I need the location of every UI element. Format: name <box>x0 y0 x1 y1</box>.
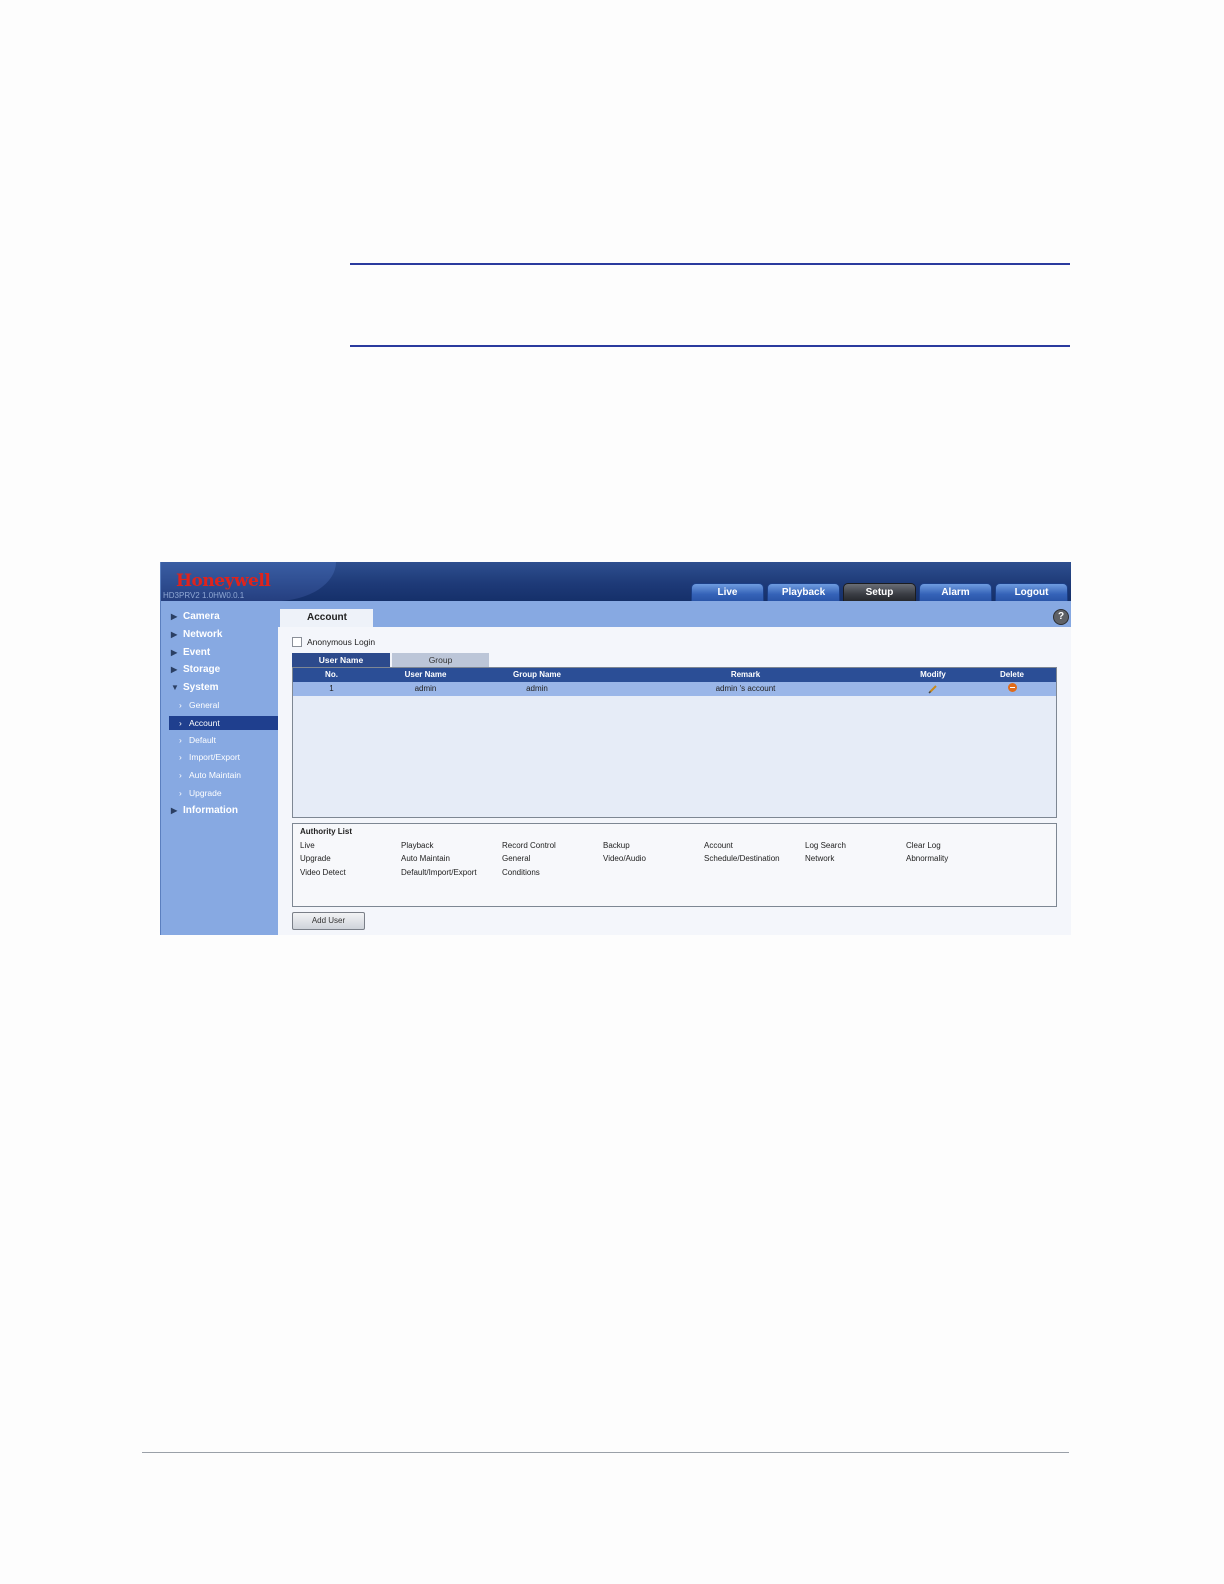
column-header-group-name: Group Name <box>512 670 561 679</box>
app-header: Honeywell HD3PRV2 1.0HW0.0.1 Live Playba… <box>161 562 1071 601</box>
authority-item: Conditions <box>502 868 540 877</box>
authority-item: Abnormality <box>906 854 949 863</box>
anonymous-login-checkbox[interactable] <box>292 637 302 647</box>
authority-item: Auto Maintain <box>401 854 450 863</box>
help-icon[interactable]: ? <box>1053 609 1069 625</box>
tab-setup[interactable]: Setup <box>843 583 916 601</box>
tab-alarm[interactable]: Alarm <box>919 583 992 601</box>
web-ui-screenshot: Honeywell HD3PRV2 1.0HW0.0.1 Live Playba… <box>160 562 1071 935</box>
sidebar-subitem-auto-maintain[interactable]: › Auto Maintain <box>179 770 241 780</box>
delete-cell <box>968 682 1056 696</box>
edit-pencil-icon[interactable] <box>928 684 938 694</box>
sidebar-item-information[interactable]: ▶ Information <box>171 805 238 816</box>
sidebar-item-storage[interactable]: ▶ Storage <box>171 664 220 675</box>
authority-item: Playback <box>401 841 434 850</box>
authority-item: Account <box>704 841 733 850</box>
sidebar-subitem-account[interactable]: › Account <box>169 716 278 730</box>
anonymous-login: Anonymous Login <box>292 637 375 647</box>
anonymous-login-label: Anonymous Login <box>307 637 376 647</box>
device-model: HD3PRV2 1.0HW0.0.1 <box>163 591 245 600</box>
column-header-modify: Modify <box>920 670 946 679</box>
user-table: No. User Name Group Name Remark Modify D… <box>292 667 1057 818</box>
authority-list-title: Authority List <box>300 827 352 836</box>
authority-item: Schedule/Destination <box>704 854 780 863</box>
sidebar-item-camera[interactable]: ▶ Camera <box>171 611 220 622</box>
chevron-right-icon: › <box>179 752 182 762</box>
content-header: Account ? <box>278 601 1071 627</box>
authority-item: Backup <box>603 841 630 850</box>
modify-cell <box>898 682 968 696</box>
sidebar-subitem-general[interactable]: › General <box>179 700 219 710</box>
chevron-right-icon: › <box>179 735 182 745</box>
authority-item: Video/Audio <box>603 854 646 863</box>
sidebar-subitem-upgrade[interactable]: › Upgrade <box>179 788 222 798</box>
column-header-user-name: User Name <box>404 670 447 679</box>
account-panel: Anonymous Login User Name Group No. User… <box>278 627 1071 935</box>
row-group-name: admin <box>526 684 548 693</box>
sidebar: ▶ Camera ▶ Network ▶ Event ▶ Storage ▼ System… <box>161 601 278 935</box>
chevron-right-icon: › <box>179 718 182 728</box>
tab-logout[interactable]: Logout <box>995 583 1068 601</box>
authority-item: Clear Log <box>906 841 941 850</box>
authority-item: Default/Import/Export <box>401 868 477 877</box>
expand-arrow-icon: ▶ <box>171 806 178 815</box>
authority-item: Record Control <box>502 841 556 850</box>
expand-arrow-icon: ▶ <box>171 648 178 657</box>
row-remark: admin 's account <box>715 684 776 693</box>
authority-item: Network <box>805 854 835 863</box>
table-header: No. User Name Group Name Remark Modify D… <box>293 668 1056 682</box>
expand-arrow-icon: ▶ <box>171 665 178 674</box>
tab-playback[interactable]: Playback <box>767 583 840 601</box>
sidebar-item-network[interactable]: ▶ Network <box>171 629 222 640</box>
subtab-group[interactable]: Group <box>392 653 489 667</box>
row-user-name: admin <box>414 684 437 693</box>
authority-item: Live <box>300 841 315 850</box>
authority-item: General <box>502 854 531 863</box>
subtab-user-name[interactable]: User Name <box>292 653 390 667</box>
delete-icon[interactable] <box>1007 683 1017 692</box>
column-header-no: No. <box>325 670 338 679</box>
authority-item: Log Search <box>805 841 846 850</box>
account-subtabs: User Name Group <box>292 653 489 667</box>
sidebar-item-system[interactable]: ▼ System <box>171 682 219 693</box>
sidebar-subitem-default[interactable]: › Default <box>179 735 216 745</box>
top-tab-bar: Live Playback Setup Alarm Logout <box>691 583 1068 601</box>
document-top-rule <box>350 263 1070 265</box>
authority-list: Authority List Live Playback Record Cont… <box>292 823 1057 907</box>
authority-item: Upgrade <box>300 854 331 863</box>
chevron-right-icon: › <box>179 770 182 780</box>
add-user-button[interactable]: Add User <box>292 912 365 930</box>
chevron-right-icon: › <box>179 700 182 710</box>
document-footer-rule <box>142 1452 1069 1453</box>
column-header-delete: Delete <box>999 670 1024 679</box>
expand-arrow-icon: ▶ <box>171 630 178 639</box>
authority-item: Video Detect <box>300 868 346 877</box>
sidebar-subitem-import-export[interactable]: › Import/Export <box>179 752 240 762</box>
row-number: 1 <box>329 684 334 693</box>
document-bottom-rule <box>350 345 1070 347</box>
table-row[interactable]: 1 admin admin admin 's account <box>293 682 1056 696</box>
collapse-arrow-icon: ▼ <box>171 683 179 692</box>
page-title: Account <box>280 609 373 627</box>
sidebar-item-event[interactable]: ▶ Event <box>171 647 210 658</box>
brand-logo: Honeywell <box>176 571 271 591</box>
tab-live[interactable]: Live <box>691 583 764 601</box>
chevron-right-icon: › <box>179 788 182 798</box>
column-header-remark: Remark <box>730 670 761 679</box>
expand-arrow-icon: ▶ <box>171 612 178 621</box>
